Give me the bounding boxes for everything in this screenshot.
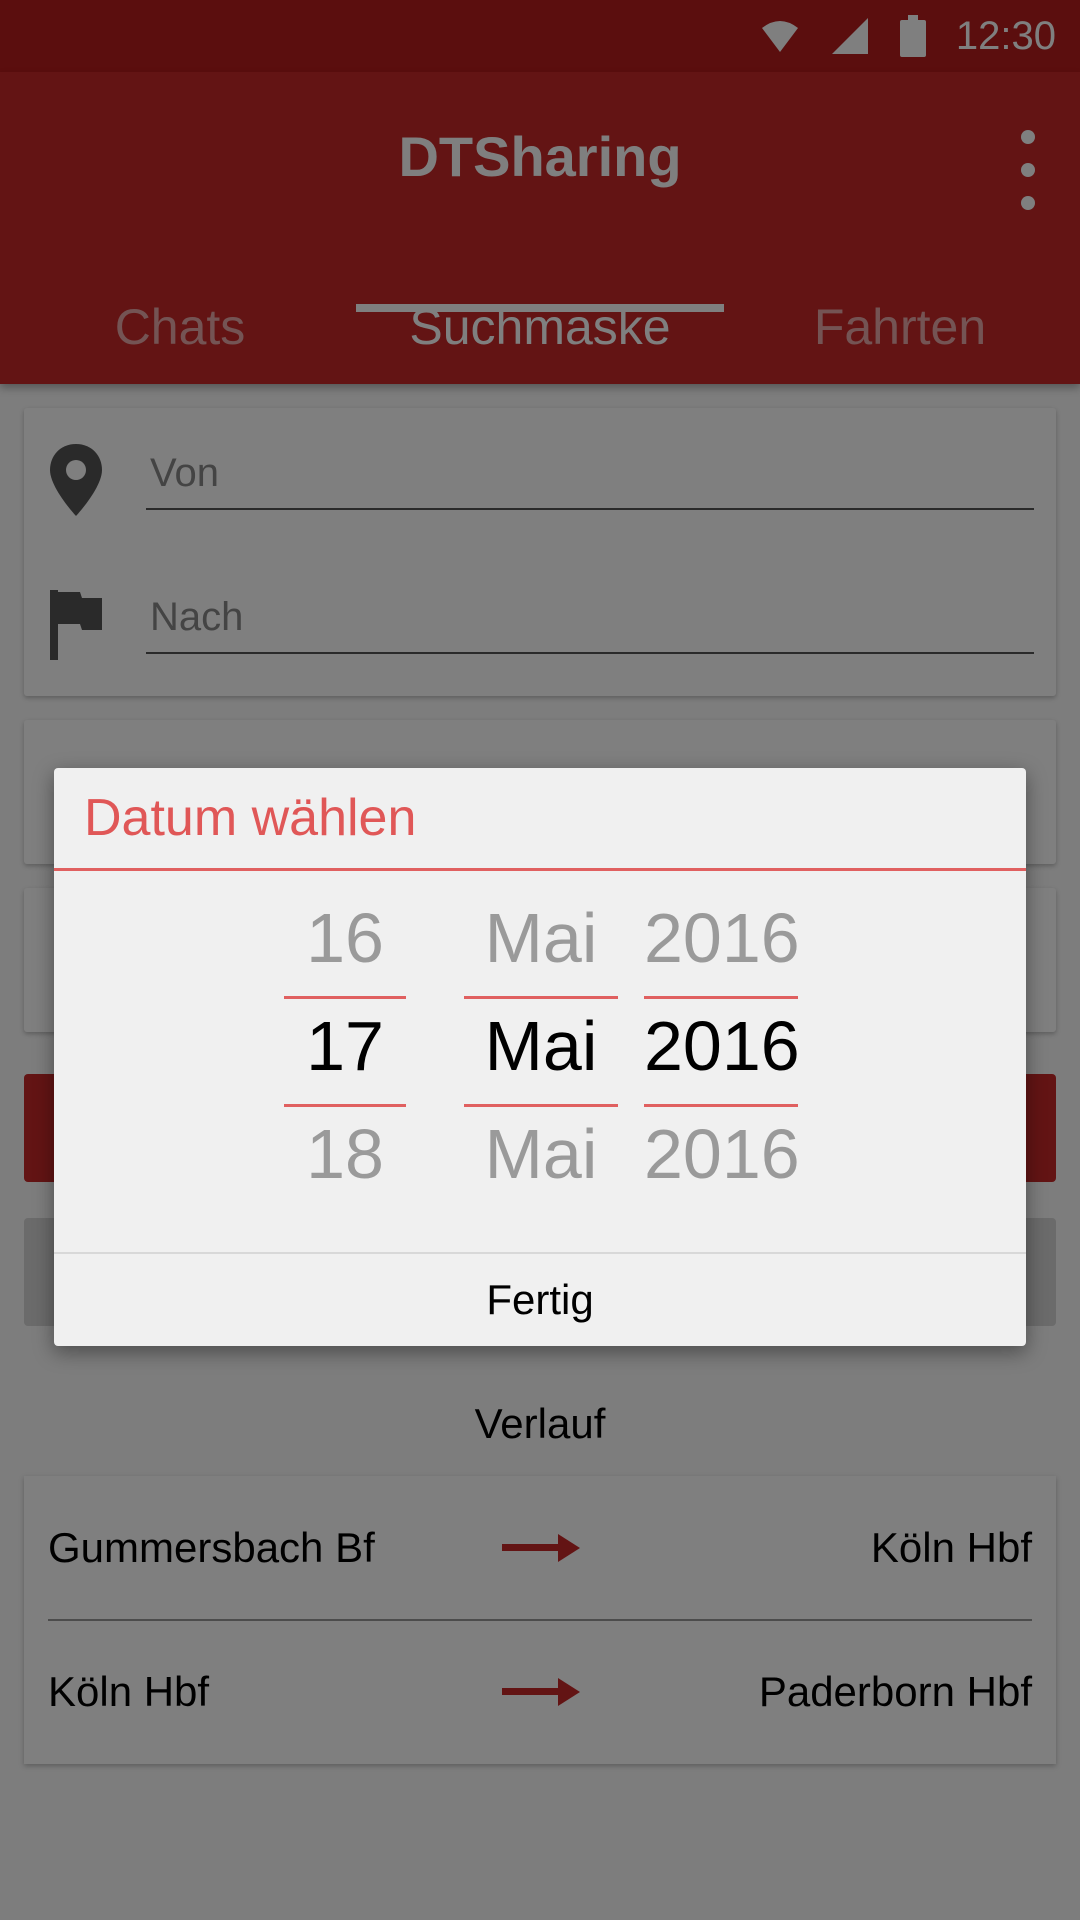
- picker-divider: [464, 996, 618, 999]
- month-prev[interactable]: Mai: [464, 898, 618, 978]
- year-prev[interactable]: 2016: [644, 898, 800, 978]
- picker-divider: [284, 996, 406, 999]
- day-prev[interactable]: 16: [284, 898, 406, 978]
- year-picker[interactable]: 2016 2016 2016: [644, 898, 800, 1198]
- dialog-title: Datum wählen: [84, 789, 417, 847]
- date-picker-dialog: Datum wählen 16 17 18 Mai Mai Mai 2016 2…: [54, 768, 1026, 1346]
- month-next[interactable]: Mai: [464, 1114, 618, 1194]
- picker-divider: [284, 1104, 406, 1107]
- day-selected[interactable]: 17: [284, 1006, 406, 1086]
- year-next[interactable]: 2016: [644, 1114, 800, 1194]
- picker-divider: [464, 1104, 618, 1107]
- day-picker[interactable]: 16 17 18: [284, 898, 406, 1198]
- picker-divider: [644, 1104, 798, 1107]
- month-selected[interactable]: Mai: [464, 1006, 618, 1086]
- done-button[interactable]: Fertig: [54, 1254, 1026, 1346]
- day-next[interactable]: 18: [284, 1114, 406, 1194]
- year-selected[interactable]: 2016: [644, 1006, 800, 1086]
- month-picker[interactable]: Mai Mai Mai: [464, 898, 618, 1198]
- title-divider: [54, 868, 1026, 871]
- picker-divider: [644, 996, 798, 999]
